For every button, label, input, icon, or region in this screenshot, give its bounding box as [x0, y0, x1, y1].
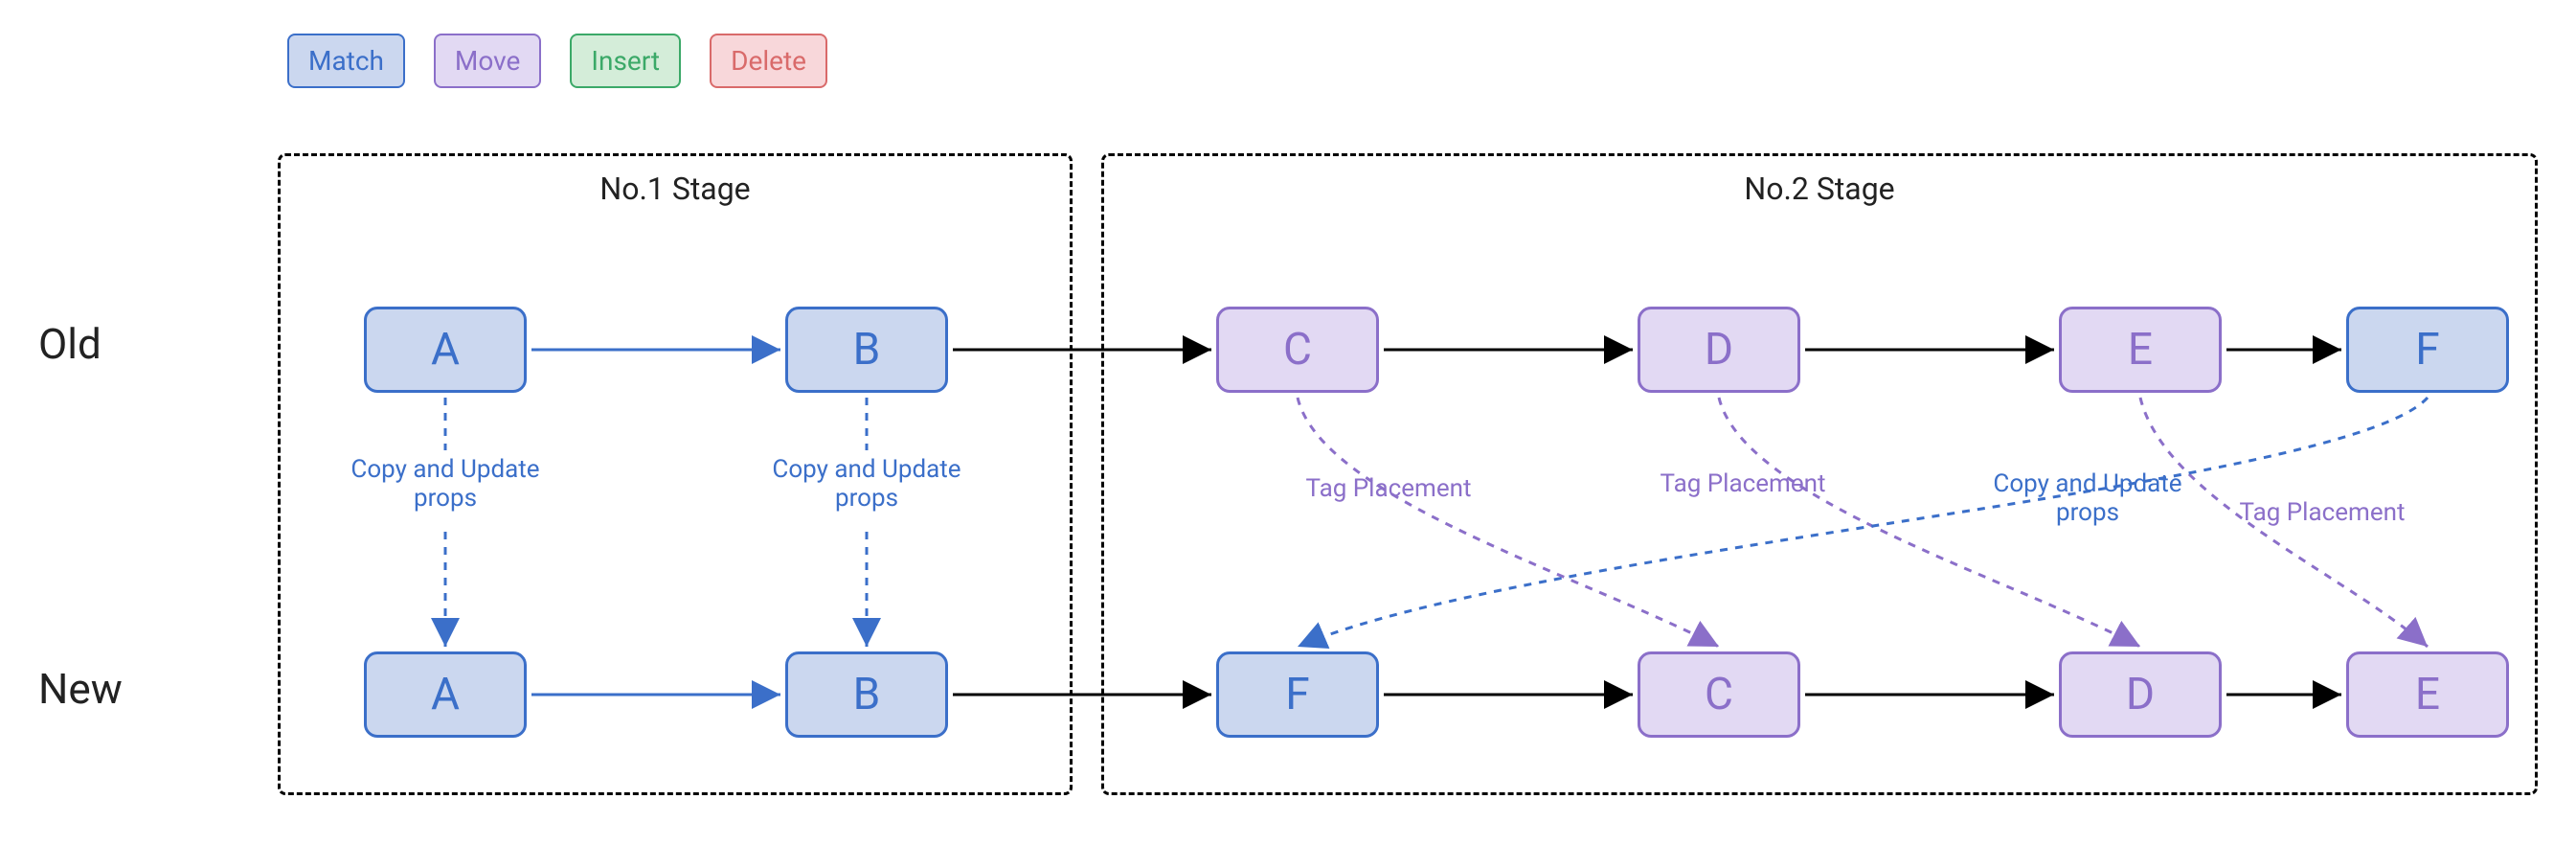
node-old-a: A	[364, 307, 527, 393]
node-old-e: E	[2059, 307, 2222, 393]
annot-copy-f: Copy and Update props	[1982, 469, 2193, 527]
stage-1-title: No.1 Stage	[281, 171, 1070, 207]
annot-copy-b: Copy and Update props	[771, 455, 962, 513]
node-old-c: C	[1216, 307, 1379, 393]
annot-tag-e: Tag Placement	[2226, 498, 2418, 527]
node-new-c: C	[1638, 651, 1800, 738]
node-new-d: D	[2059, 651, 2222, 738]
node-new-b: B	[785, 651, 948, 738]
row-label-new: New	[38, 664, 123, 714]
legend-delete: Delete	[710, 34, 827, 88]
stage-2-title: No.2 Stage	[1104, 171, 2535, 207]
node-new-e: E	[2346, 651, 2509, 738]
node-old-d: D	[1638, 307, 1800, 393]
annot-copy-a: Copy and Update props	[350, 455, 541, 513]
annot-tag-d: Tag Placement	[1647, 469, 1839, 498]
node-new-f: F	[1216, 651, 1379, 738]
node-old-f: F	[2346, 307, 2509, 393]
row-label-old: Old	[38, 319, 102, 369]
legend-match: Match	[287, 34, 405, 88]
legend-insert: Insert	[570, 34, 681, 88]
node-old-b: B	[785, 307, 948, 393]
node-new-a: A	[364, 651, 527, 738]
legend-move: Move	[434, 34, 541, 88]
legend: Match Move Insert Delete	[287, 34, 827, 88]
annot-tag-c: Tag Placement	[1293, 474, 1484, 503]
